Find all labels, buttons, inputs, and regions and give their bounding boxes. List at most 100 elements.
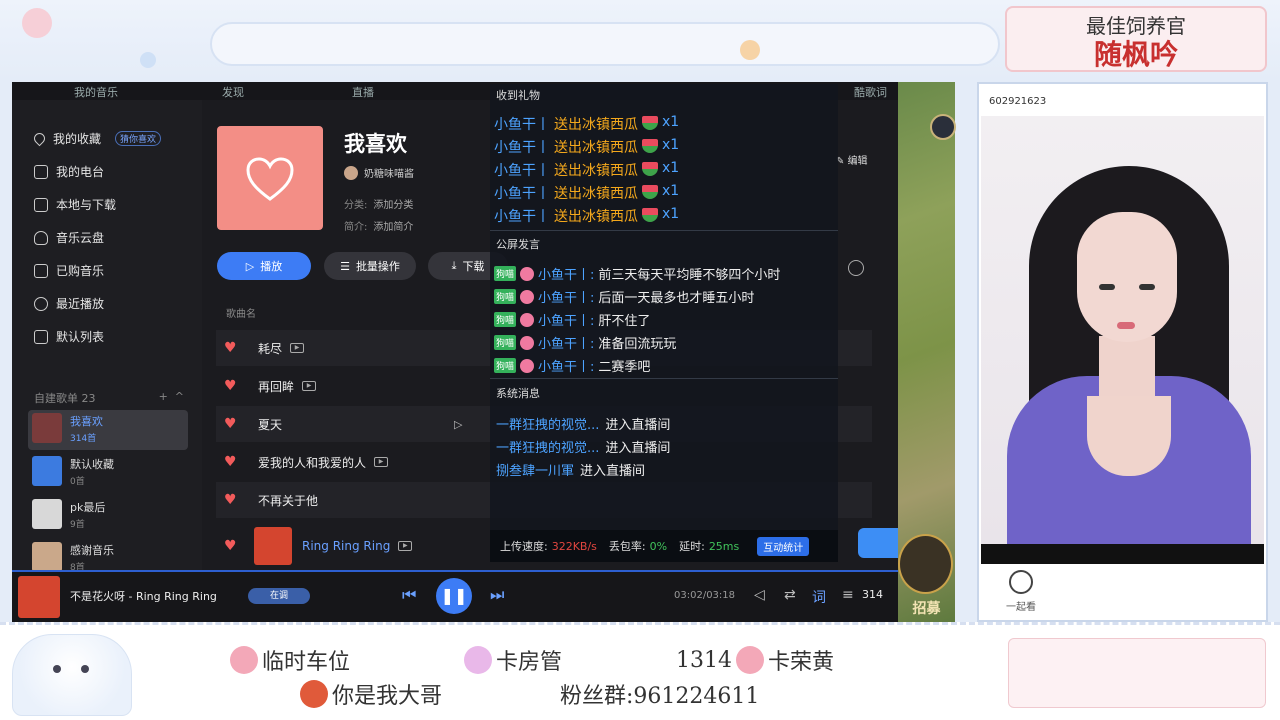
clock-icon [34,296,48,311]
phone-icon[interactable] [858,528,898,558]
chat-title: 公屏发言 [496,238,540,251]
playlist-cover [32,413,62,443]
sidebar-item-recent[interactable]: 最近播放 [34,295,104,312]
stream-frame-right [1268,82,1280,622]
now-playing-title[interactable]: 不是花火呀 - Ring Ring Ring [70,588,217,604]
loss-label: 丢包率: [608,540,646,553]
mv-icon[interactable]: ▶ [398,541,413,551]
sidebar-item-label: 已购音乐 [56,264,105,278]
song-title: 夏天 [258,417,283,432]
collapse-icon[interactable]: ^ [175,390,184,403]
hero-portrait[interactable] [898,534,953,594]
playlist-name: 默认收藏 [70,458,114,471]
gift-row: 小鱼干丨 送出冰镇西瓜 x1 [494,160,680,179]
watch-together-button[interactable]: 一起看 [1001,570,1041,613]
tab-discover[interactable]: 发现 [222,84,244,100]
mv-icon[interactable]: ▶ [302,381,317,391]
row-play-icon[interactable]: ▷ [454,418,462,431]
gamepad-icon [520,335,535,350]
live-info-overlay: 收到礼物 小鱼干丨 送出冰镇西瓜 x1 小鱼干丨 送出冰镇西瓜 x1 小鱼干丨 送出冰镇西… [490,84,838,562]
mv-icon[interactable]: ▶ [374,457,389,467]
sidebar-item-default-list[interactable]: 默认列表 [34,328,104,345]
upload-label: 上传速度: [500,540,548,553]
sidebar-item-radio[interactable]: 我的电台 [34,163,104,180]
gift-icon [230,646,258,674]
banner-text: 卡荣黄 [768,650,835,675]
next-icon[interactable]: ⏭ [490,585,504,605]
cloud-icon [34,230,48,245]
sidebar-item-label: 最近播放 [56,297,105,311]
interaction-stats-button[interactable]: 互动统计 [757,536,810,556]
system-message: 捌叁肆一川軍 进入直播间 [496,464,646,479]
play-all-button[interactable]: ▷ 播放 [217,252,311,280]
divider [490,230,838,231]
download-label: 下载 [462,260,485,273]
play-label: 播放 [260,260,283,273]
liked-heart-icon[interactable]: ♥ [224,417,237,431]
recommend-badge[interactable]: 猜你喜欢 [115,131,162,146]
playlist-queue-icon[interactable]: ≡ [842,587,854,603]
edit-button[interactable]: ✎ 编辑 [836,152,868,167]
column-header-song: 歌曲名 [226,309,256,320]
sidebar-item-cloud[interactable]: 音乐云盘 [34,229,104,246]
banner-item-parking: 临时车位 [230,644,350,676]
gamepad-icon [520,289,535,304]
mv-icon[interactable]: ▶ [290,343,305,353]
liked-heart-icon[interactable]: ♥ [224,341,237,355]
heart-icon [246,157,294,201]
stream-frame-left [0,82,12,622]
sidebar-item-purchased[interactable]: 已购音乐 [34,262,104,279]
liked-heart-icon[interactable]: ♥ [224,379,237,393]
loss-value: 0% [649,539,668,553]
pause-button[interactable]: ❚❚ [436,578,472,614]
playlist-item-liked[interactable]: 我喜欢 314首 [28,410,188,450]
playlist-owner[interactable]: 奶糖味喵酱 [344,165,414,180]
system-title: 系统消息 [496,387,540,400]
chat-message: 狗喵 小鱼干丨: 肝不住了 [494,312,651,329]
add-intro-link[interactable]: 添加简介 [373,222,413,233]
user-icon[interactable] [848,260,864,276]
gift-icon [736,646,764,674]
banner-number: 1314 [676,647,732,673]
map-pin-icon[interactable] [930,114,956,140]
sidebar-item-local[interactable]: 本地与下载 [34,196,116,213]
previous-icon[interactable]: ⏮ [402,585,416,605]
liked-heart-icon[interactable]: ♥ [224,539,237,553]
video-eye [1099,284,1115,290]
fan-badge: 狗喵 [494,312,517,327]
category-label: 分类: [344,200,368,211]
bottom-banner: 临时车位 卡房管 1314 卡荣黄 你是我大哥 粉丝群:961224611 [0,626,1280,720]
liked-heart-icon[interactable]: ♥ [224,493,237,507]
add-category-link[interactable]: 添加分类 [373,200,413,211]
queue-count: 314 [862,588,883,601]
banner-text: 你是我大哥 [332,684,443,709]
playlist-item-pk[interactable]: pk最后 9首 [28,496,188,536]
download-icon: ⤓ [451,259,457,272]
fan-badge: 狗喵 [494,358,517,373]
listening-pill[interactable]: 在调 [248,588,310,604]
game-capture: 招募 [898,82,956,622]
now-playing-cover[interactable] [18,576,60,618]
edit-label: 编辑 [847,156,868,167]
delay-label: 延时: [679,540,705,553]
lyric-toggle[interactable]: 词 [812,587,826,607]
add-playlist-button[interactable]: + [159,390,168,403]
tab-my-music[interactable]: 我的音乐 [74,84,118,100]
recruit-label[interactable]: 招募 [898,598,955,618]
song-title: 耗尽 [258,341,283,356]
video-body [1007,376,1251,544]
playlist-cover-large [217,126,323,230]
batch-button[interactable]: ☰ 批量操作 [324,252,416,280]
tab-live[interactable]: 直播 [352,84,374,100]
volume-icon[interactable]: ◁ [754,587,765,603]
playlist-intro: 简介: 添加简介 [344,218,413,233]
loop-icon[interactable]: ⇄ [784,587,796,603]
playlist-title: 我喜欢 [344,132,407,156]
tab-lyrics[interactable]: 酷歌词 [854,84,887,100]
sidebar-item-favorites[interactable]: 我的收藏 猜你喜欢 [31,130,162,147]
playlist-item-default[interactable]: 默认收藏 0首 [28,453,188,493]
liked-heart-icon[interactable]: ♥ [224,455,237,469]
gift-row: 小鱼干丨 送出冰镇西瓜 x1 [494,206,680,225]
album-thumb [254,527,292,565]
watermelon-icon [642,208,658,222]
